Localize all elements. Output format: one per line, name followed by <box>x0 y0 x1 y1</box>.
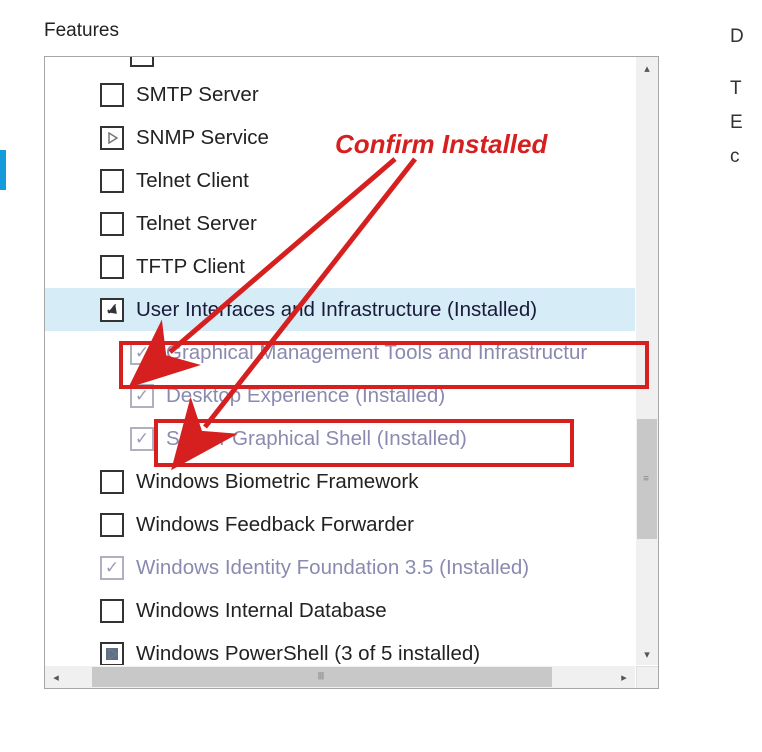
section-heading: Features <box>44 20 729 42</box>
feature-row-windows-internal-database[interactable]: Windows Internal Database <box>45 589 635 632</box>
scroll-left-button[interactable]: ◂ <box>45 666 67 688</box>
feature-row-windows-powershell[interactable]: Windows PowerShell (3 of 5 installed) <box>45 632 635 665</box>
annotation-text: Confirm Installed <box>335 129 547 160</box>
feature-row-desktop-experience[interactable]: ✓ Desktop Experience (Installed) <box>45 374 635 417</box>
feature-label: SMTP Server <box>136 83 259 107</box>
vertical-scroll-thumb[interactable]: ≡ <box>637 419 657 539</box>
checkbox-icon[interactable] <box>100 599 124 623</box>
horizontal-scrollbar[interactable]: ◂ Ⅲ ▸ <box>45 666 635 688</box>
checkbox-checked-disabled-icon: ✓ <box>130 427 154 451</box>
expander-collapsed-icon[interactable] <box>105 130 121 146</box>
feature-label: Telnet Client <box>136 169 249 193</box>
feature-row-windows-identity-foundation[interactable]: ✓ Windows Identity Foundation 3.5 (Insta… <box>45 546 635 589</box>
feature-row-smtp-server[interactable]: SMTP Server <box>45 73 635 116</box>
feature-label: User Interfaces and Infrastructure (Inst… <box>136 298 537 322</box>
feature-row-tftp-client[interactable]: TFTP Client <box>45 245 635 288</box>
feature-row-windows-biometric[interactable]: Windows Biometric Framework <box>45 460 635 503</box>
clipped-prev-item <box>45 57 635 73</box>
vertical-scrollbar[interactable]: ▴ ≡ ▾ <box>636 57 658 665</box>
checkbox-icon[interactable] <box>100 169 124 193</box>
vertical-scroll-track[interactable]: ≡ <box>636 79 658 643</box>
feature-label: SNMP Service <box>136 126 269 150</box>
feature-label: Windows Biometric Framework <box>136 470 419 494</box>
feature-row-user-interfaces-infrastructure[interactable]: ✓ User Interfaces and Infrastructure (In… <box>45 288 635 331</box>
feature-label: Windows Feedback Forwarder <box>136 513 414 537</box>
scrollbar-corner <box>636 666 658 688</box>
checkbox-icon[interactable] <box>100 212 124 236</box>
expander-collapsed-icon[interactable] <box>105 646 121 662</box>
checkbox-icon[interactable] <box>100 255 124 279</box>
wizard-step-accent <box>0 150 6 190</box>
feature-label: Windows Internal Database <box>136 599 387 623</box>
feature-row-telnet-client[interactable]: Telnet Client <box>45 159 635 202</box>
grip-icon: Ⅲ <box>318 672 327 683</box>
chevron-up-icon: ▴ <box>644 62 650 75</box>
feature-row-telnet-server[interactable]: Telnet Server <box>45 202 635 245</box>
cropped-side-text: D T E c <box>730 20 744 174</box>
feature-label: Server Graphical Shell (Installed) <box>166 427 467 451</box>
horizontal-scroll-track[interactable]: Ⅲ <box>67 666 613 688</box>
features-listbox[interactable]: SMTP Server SNMP Service Telnet Client T… <box>44 56 659 689</box>
checkbox-icon[interactable] <box>100 470 124 494</box>
chevron-down-icon: ▾ <box>644 648 650 661</box>
checkbox-checked-disabled-icon: ✓ <box>130 341 154 365</box>
scroll-down-button[interactable]: ▾ <box>636 643 658 665</box>
chevron-left-icon: ◂ <box>53 671 59 684</box>
feature-label: Desktop Experience (Installed) <box>166 384 445 408</box>
horizontal-scroll-thumb[interactable]: Ⅲ <box>92 667 552 687</box>
feature-label: Graphical Management Tools and Infrastru… <box>166 341 587 365</box>
checkbox-checked-disabled-icon: ✓ <box>100 556 124 580</box>
feature-row-server-graphical-shell[interactable]: ✓ Server Graphical Shell (Installed) <box>45 417 635 460</box>
chevron-right-icon: ▸ <box>621 671 627 684</box>
feature-label: TFTP Client <box>136 255 245 279</box>
feature-label: Telnet Server <box>136 212 257 236</box>
scroll-right-button[interactable]: ▸ <box>613 666 635 688</box>
feature-row-windows-feedback-forwarder[interactable]: Windows Feedback Forwarder <box>45 503 635 546</box>
checkbox-icon[interactable] <box>100 513 124 537</box>
checkbox-icon[interactable] <box>100 83 124 107</box>
checkbox-checked-disabled-icon: ✓ <box>130 384 154 408</box>
grip-icon: ≡ <box>643 474 651 485</box>
expander-expanded-icon[interactable] <box>105 302 121 318</box>
feature-label: Windows Identity Foundation 3.5 (Install… <box>136 556 529 580</box>
feature-label: Windows PowerShell (3 of 5 installed) <box>136 642 480 666</box>
feature-row-graphical-mgmt-tools[interactable]: ✓ Graphical Management Tools and Infrast… <box>45 331 635 374</box>
scroll-up-button[interactable]: ▴ <box>636 57 658 79</box>
